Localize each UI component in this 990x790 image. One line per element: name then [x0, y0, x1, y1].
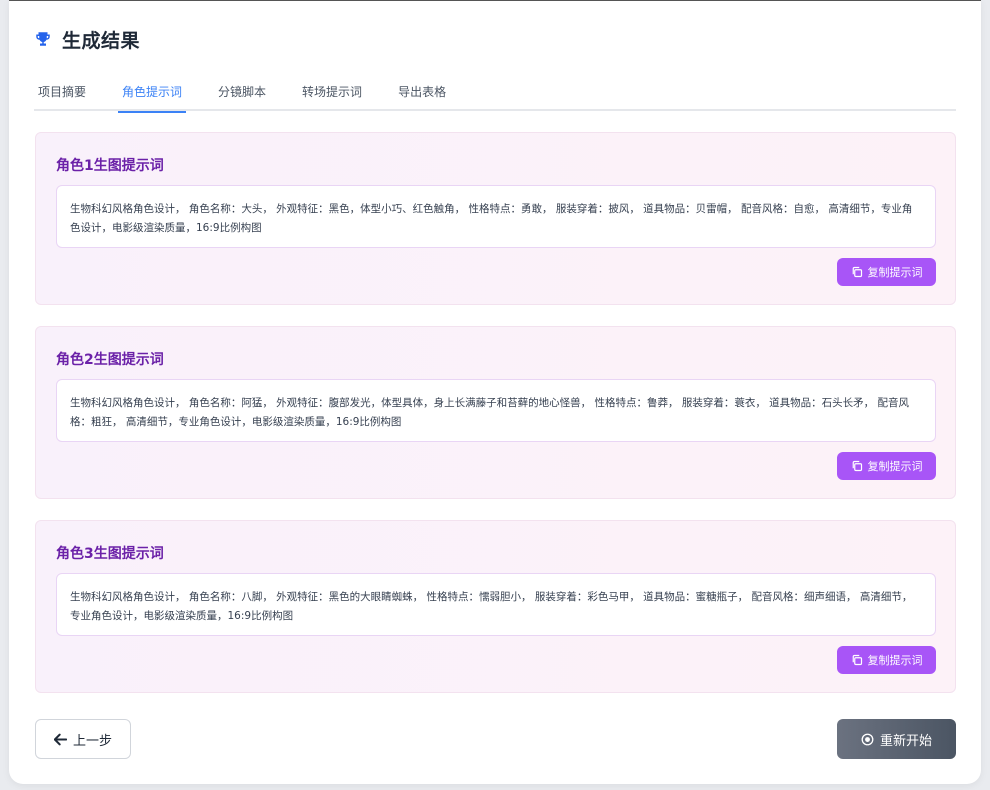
result-panel: 生成结果 项目摘要 角色提示词 分镜脚本 转场提示词 导出表格 角色1生图提示词…	[9, 0, 981, 784]
tab-export-table[interactable]: 导出表格	[394, 73, 450, 111]
restart-button[interactable]: 重新开始	[837, 719, 956, 759]
previous-step-button[interactable]: 上一步	[35, 719, 131, 759]
restart-label: 重新开始	[879, 733, 932, 749]
prompt-text: 生物科幻风格角色设计， 角色名称：八脚， 外观特征：黑色的大眼睛蜘蛛， 性格特点…	[56, 573, 936, 636]
prompt-card-2: 角色2生图提示词 生物科幻风格角色设计， 角色名称：阿猛， 外观特征：腹部发光，…	[35, 326, 956, 499]
tab-summary[interactable]: 项目摘要	[34, 73, 90, 111]
tab-transition-prompts[interactable]: 转场提示词	[298, 73, 366, 111]
prompt-title: 角色2生图提示词	[56, 352, 164, 368]
copy-icon	[851, 654, 863, 666]
copy-prompt-label: 复制提示词	[867, 266, 923, 279]
arrow-left-icon	[53, 733, 68, 746]
target-icon	[861, 733, 874, 746]
prompt-text: 生物科幻风格角色设计， 角色名称：阿猛， 外观特征：腹部发光，体型具体，身上长满…	[56, 379, 936, 442]
copy-icon	[851, 266, 863, 278]
previous-step-label: 上一步	[72, 733, 112, 749]
copy-prompt-button[interactable]: 复制提示词	[837, 452, 936, 480]
prompt-title: 角色3生图提示词	[56, 546, 164, 562]
header: 生成结果	[34, 25, 140, 53]
prompt-card-1: 角色1生图提示词 生物科幻风格角色设计， 角色名称：大头， 外观特征：黑色，体型…	[35, 132, 956, 305]
trophy-icon	[34, 30, 52, 48]
tab-character-prompts[interactable]: 角色提示词	[118, 73, 187, 113]
copy-prompt-label: 复制提示词	[867, 654, 923, 667]
tab-storyboard[interactable]: 分镜脚本	[214, 73, 270, 111]
prompt-text: 生物科幻风格角色设计， 角色名称：大头， 外观特征：黑色，体型小巧、红色触角， …	[56, 185, 936, 248]
page-title: 生成结果	[62, 29, 141, 52]
copy-prompt-label: 复制提示词	[867, 460, 923, 473]
copy-prompt-button[interactable]: 复制提示词	[837, 646, 936, 674]
prompt-card-3: 角色3生图提示词 生物科幻风格角色设计， 角色名称：八脚， 外观特征：黑色的大眼…	[35, 520, 956, 693]
copy-prompt-button[interactable]: 复制提示词	[837, 258, 936, 286]
copy-icon	[851, 460, 863, 472]
prompt-title: 角色1生图提示词	[56, 158, 164, 174]
tab-bar: 项目摘要 角色提示词 分镜脚本 转场提示词 导出表格	[34, 73, 956, 113]
